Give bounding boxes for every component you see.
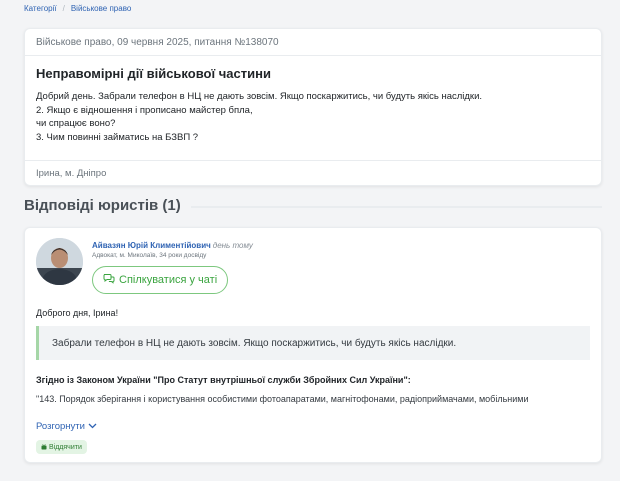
answer-greeting: Доброго дня, Ірина! [36, 308, 119, 318]
expand-label: Розгорнути [36, 421, 85, 432]
heading-divider [190, 205, 602, 208]
question-line: 2. Якщо є відношення і прописано майстер… [36, 104, 253, 116]
breadcrumb-separator: / [62, 4, 65, 13]
question-line: чи спрацює воно? [36, 118, 116, 129]
thank-icon [41, 443, 47, 452]
answer-card: Айвазян Юрій Климентійович день тому Адво… [24, 227, 602, 463]
breadcrumb: Категорії / Військове право [24, 4, 131, 13]
law-heading: Згідно із Законом України "Про Статут вн… [36, 375, 411, 385]
chevron-down-icon [88, 421, 97, 432]
expand-link[interactable]: Розгорнути [36, 421, 97, 432]
law-text: "143. Порядок зберігання і користування … [36, 394, 529, 404]
thank-label: Віддячити [49, 443, 82, 451]
lawyer-name-link[interactable]: Айвазян Юрій Климентійович [92, 241, 211, 250]
question-title: Неправомірні дії військової частини [36, 66, 271, 81]
question-body: Неправомірні дії військової частини Добр… [25, 56, 601, 160]
breadcrumb-military-law[interactable]: Військове право [71, 4, 131, 13]
lawyer-meta: Адвокат, м. Миколаїв, 34 роки досвіду [92, 252, 207, 259]
question-author: Ірина, м. Дніпро [25, 160, 601, 186]
thank-button[interactable]: Віддячити [36, 440, 87, 454]
question-line: 3. Чим повинні займатись на БЗВП ? [36, 131, 199, 143]
chat-button[interactable]: Спілкуватися у чаті [92, 266, 229, 294]
lawyer-name: Айвазян Юрій Климентійович день тому [92, 241, 253, 250]
breadcrumb-categories[interactable]: Категорії [24, 4, 57, 13]
answer-time: день тому [212, 241, 253, 250]
chat-bubbles-icon [103, 273, 115, 287]
question-text: Добрий день. Забрали телефон в НЦ не даю… [36, 90, 590, 144]
question-line: Добрий день. Забрали телефон в НЦ не даю… [36, 91, 483, 102]
answer-quote: Забрали телефон в НЦ не дають зовсім. Як… [36, 326, 590, 360]
answers-heading: Відповіді юристів (1) [24, 197, 602, 214]
question-card: Військове право, 09 червня 2025, питання… [24, 28, 602, 186]
chat-button-label: Спілкуватися у чаті [119, 274, 218, 286]
lawyer-avatar[interactable] [36, 238, 83, 285]
question-meta: Військове право, 09 червня 2025, питання… [25, 29, 601, 56]
answers-heading-text: Відповіді юристів (1) [24, 197, 181, 214]
